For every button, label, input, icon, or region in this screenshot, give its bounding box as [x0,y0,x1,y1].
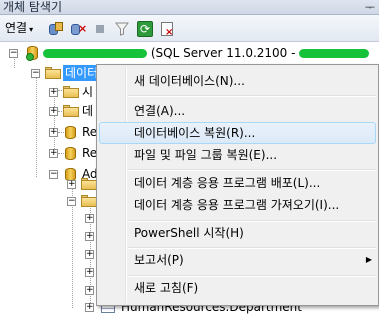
folder-icon [63,105,79,117]
chevron-down-icon: ▾ [29,25,34,34]
expand-icon[interactable]: + [85,303,94,312]
expand-icon[interactable]: + [85,232,94,241]
menu-item-import-data-tier-app[interactable]: 데이터 계층 응용 프로그램 가져오기(I)... [99,194,376,216]
tree-node-label: 시 [82,85,94,99]
tree-node-label: Re [82,125,98,139]
tree-node-label: Re [82,146,98,160]
expand-icon[interactable]: + [85,250,94,259]
expand-icon[interactable]: + [49,88,58,97]
tree-node-label: 데 [82,104,94,118]
database-icon [65,125,76,139]
expand-icon[interactable]: + [49,149,58,158]
expand-icon[interactable]: + [85,268,94,277]
database-icon [65,146,76,160]
menu-item-new-database[interactable]: 새 데이터베이스(N)... [99,70,376,92]
menu-item-restore-files-filegroups[interactable]: 파일 및 파일 그룹 복원(E)... [99,144,376,166]
menu-item-attach[interactable]: 연결(A)... [99,100,376,122]
panel-title: 개체 탐색기 [3,0,63,14]
server-label: (SQL Server 11.0.2100 - [43,45,370,61]
object-explorer-titlebar: 개체 탐색기 ᅮ [0,0,379,15]
menu-item-deploy-data-tier-app[interactable]: 데이터 계층 응용 프로그램 배포(L)... [99,172,376,194]
folder-icon [63,86,79,98]
tree-node-server[interactable]: − (SQL Server 11.0.2100 - [9,45,379,61]
object-explorer-toolbar: 연결 ▾ × ⟳ × [0,15,379,42]
collapse-icon[interactable]: − [9,49,18,58]
collapse-icon[interactable]: − [31,69,40,78]
folder-icon [81,195,97,207]
menu-item-restore-database[interactable]: 데이터베이스 복원(R)... [99,122,376,144]
redacted-server-name [43,49,147,58]
expand-icon[interactable]: + [49,128,58,137]
menu-item-start-powershell[interactable]: PowerShell 시작(H) [99,222,376,244]
collapse-icon[interactable]: − [67,197,76,206]
refresh-icon[interactable]: ⟳ [137,21,153,37]
expand-icon[interactable]: + [85,214,94,223]
server-version-text: (SQL Server 11.0.2100 - [150,46,296,60]
expand-icon[interactable]: + [67,180,76,189]
tree-line [58,153,64,154]
pin-icon[interactable]: ᅮ [365,0,375,15]
folder-icon [81,178,97,190]
connect-label: 연결 [5,21,28,35]
menu-separator [128,169,376,171]
menu-separator [128,95,376,97]
collapse-icon[interactable]: − [49,170,58,179]
expand-icon[interactable]: + [85,286,94,295]
context-menu: 새 데이터베이스(N)... 연결(A)... 데이터베이스 복원(R)... … [96,64,379,306]
expand-icon[interactable]: + [49,107,58,116]
connect-database-icon[interactable] [48,21,64,37]
summary-report-icon[interactable]: × [159,21,175,38]
menu-item-refresh[interactable]: 새로 고침(F) [99,277,376,299]
menu-item-reports[interactable]: 보고서(P) ▶ [99,249,376,271]
folder-icon [45,67,61,79]
submenu-arrow-icon: ▶ [365,255,372,264]
filter-icon[interactable] [114,21,130,37]
stop-icon[interactable] [92,21,108,37]
tree-line [58,132,64,133]
redacted-login-name [299,49,370,58]
tree-line [54,91,55,155]
disconnect-icon[interactable]: × [70,21,87,37]
tree-line [36,77,37,177]
server-icon [26,45,42,61]
connect-dropdown-button[interactable]: 연결 ▾ [5,20,45,37]
tree-line [72,168,73,308]
